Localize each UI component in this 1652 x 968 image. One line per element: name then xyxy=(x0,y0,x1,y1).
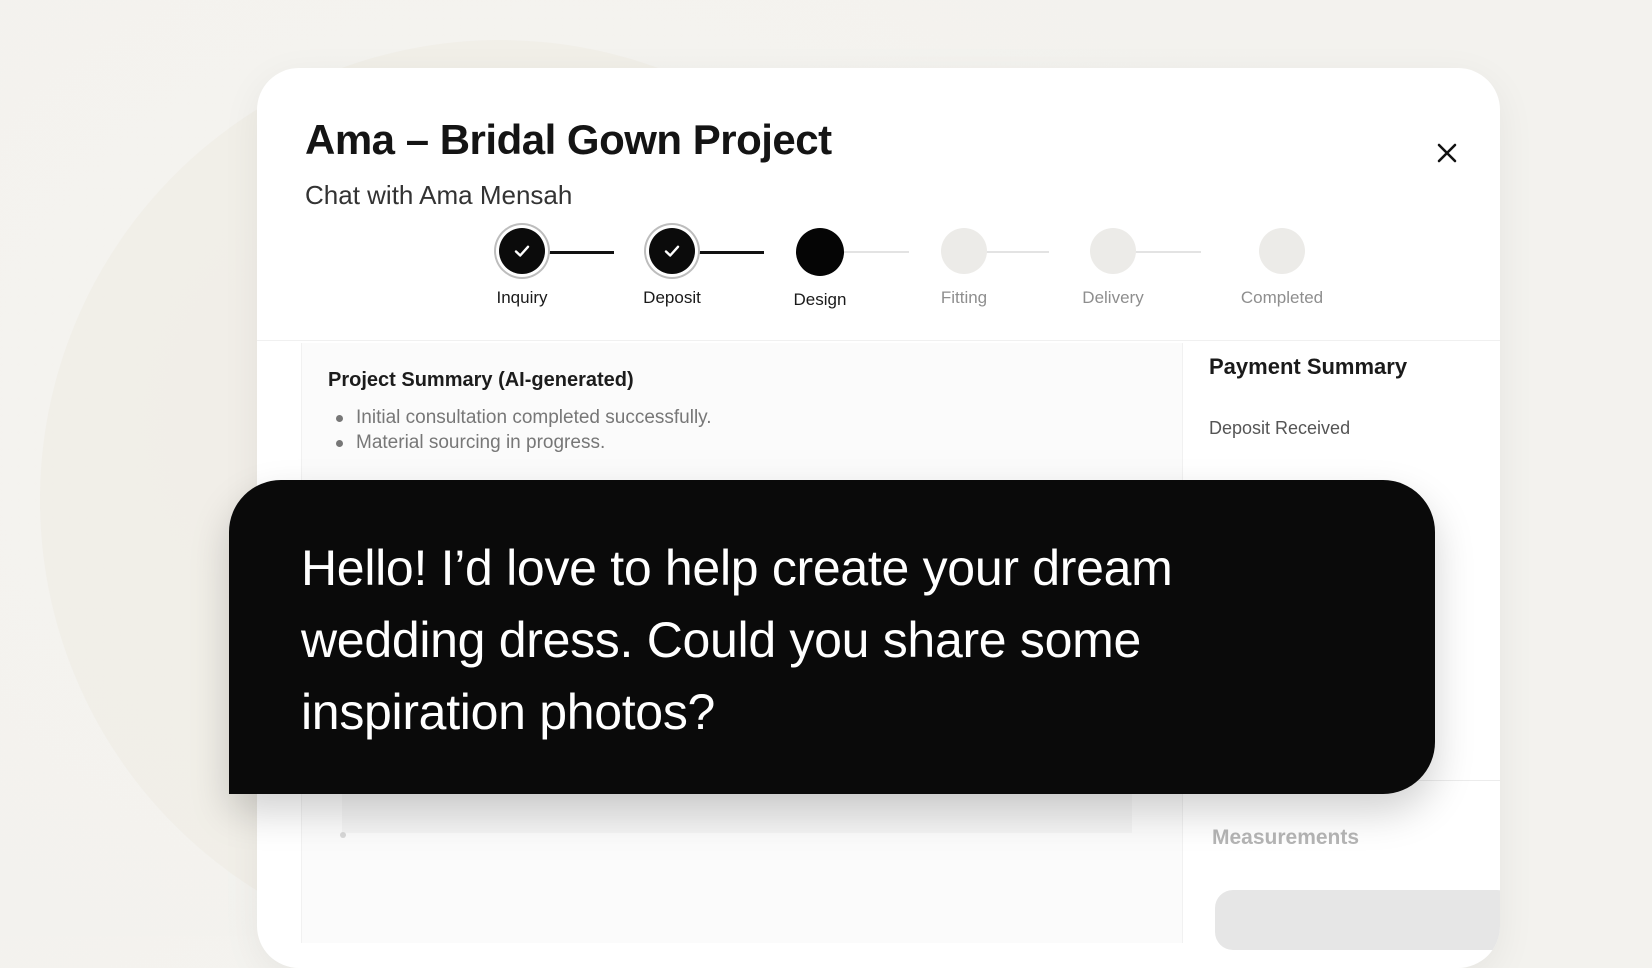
summary-list: Initial consultation completed successfu… xyxy=(334,405,712,455)
list-item: Initial consultation completed successfu… xyxy=(334,405,712,430)
progress-stepper: Inquiry Deposit Design Fitting Delivery … xyxy=(462,228,1412,348)
step-fitting[interactable]: Fitting xyxy=(904,228,1024,308)
close-button[interactable] xyxy=(1427,133,1467,173)
chat-message-bubble: Hello! I’d love to help create your drea… xyxy=(229,480,1435,794)
faded-action-button[interactable] xyxy=(1215,890,1500,950)
step-label: Inquiry xyxy=(496,288,548,307)
check-icon xyxy=(514,245,530,257)
close-icon xyxy=(1437,143,1457,163)
header-divider xyxy=(257,340,1500,341)
step-label: Completed xyxy=(1240,288,1324,307)
step-dot-todo xyxy=(1090,228,1136,274)
payment-summary-title: Payment Summary xyxy=(1209,354,1408,379)
chat-subtitle: Chat with Ama Mensah xyxy=(305,180,573,210)
step-dot-done xyxy=(499,228,545,274)
list-item: Material sourcing in progress. xyxy=(334,430,712,455)
chat-message-text: Hello! I’d love to help create your drea… xyxy=(301,540,1173,740)
step-inquiry[interactable]: Inquiry xyxy=(462,228,582,308)
step-design[interactable]: Design xyxy=(760,228,880,310)
step-label: Deposit xyxy=(643,288,701,307)
deposit-received-label: Deposit Received xyxy=(1209,418,1351,438)
step-delivery[interactable]: Delivery xyxy=(1053,228,1173,308)
step-dot-done xyxy=(649,228,695,274)
step-label: Design xyxy=(793,290,847,309)
step-dot-todo xyxy=(1259,228,1305,274)
step-dot-current xyxy=(796,228,844,276)
step-completed[interactable]: Completed xyxy=(1222,228,1342,308)
summary-title: Project Summary (AI-generated) xyxy=(328,369,634,391)
check-icon xyxy=(664,245,680,257)
step-dot-todo xyxy=(941,228,987,274)
step-label: Delivery xyxy=(1082,288,1144,307)
step-deposit[interactable]: Deposit xyxy=(612,228,732,308)
page-title: Ama – Bridal Gown Project xyxy=(305,116,832,163)
step-label: Fitting xyxy=(940,288,988,307)
measurements-title: Measurements xyxy=(1212,826,1360,849)
